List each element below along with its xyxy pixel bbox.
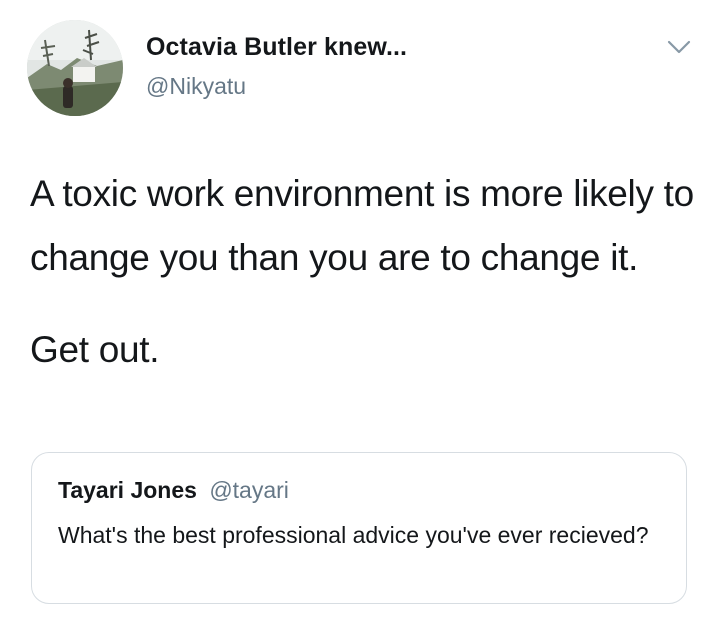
tweet-text-paragraph: Get out. — [30, 329, 160, 370]
quoted-author-handle: @tayari — [209, 477, 289, 503]
chevron-down-icon[interactable] — [664, 36, 694, 58]
quoted-author-name: Tayari Jones — [58, 477, 197, 503]
tweet-text-paragraph: A toxic work environment is more likely … — [30, 173, 694, 278]
quoted-tweet[interactable]: Tayari Jones @tayari What's the best pro… — [31, 452, 687, 604]
tweet: Octavia Butler knew... @Nikyatu A toxic … — [0, 0, 720, 630]
quoted-tweet-header: Tayari Jones @tayari — [58, 477, 289, 504]
avatar-photo — [27, 20, 123, 116]
quoted-tweet-text: What's the best professional advice you'… — [58, 522, 649, 548]
tweet-text: A toxic work environment is more likely … — [30, 162, 710, 382]
author-avatar[interactable] — [27, 20, 123, 116]
author-handle[interactable]: @Nikyatu — [146, 73, 246, 100]
author-display-name[interactable]: Octavia Butler knew... — [146, 33, 407, 62]
